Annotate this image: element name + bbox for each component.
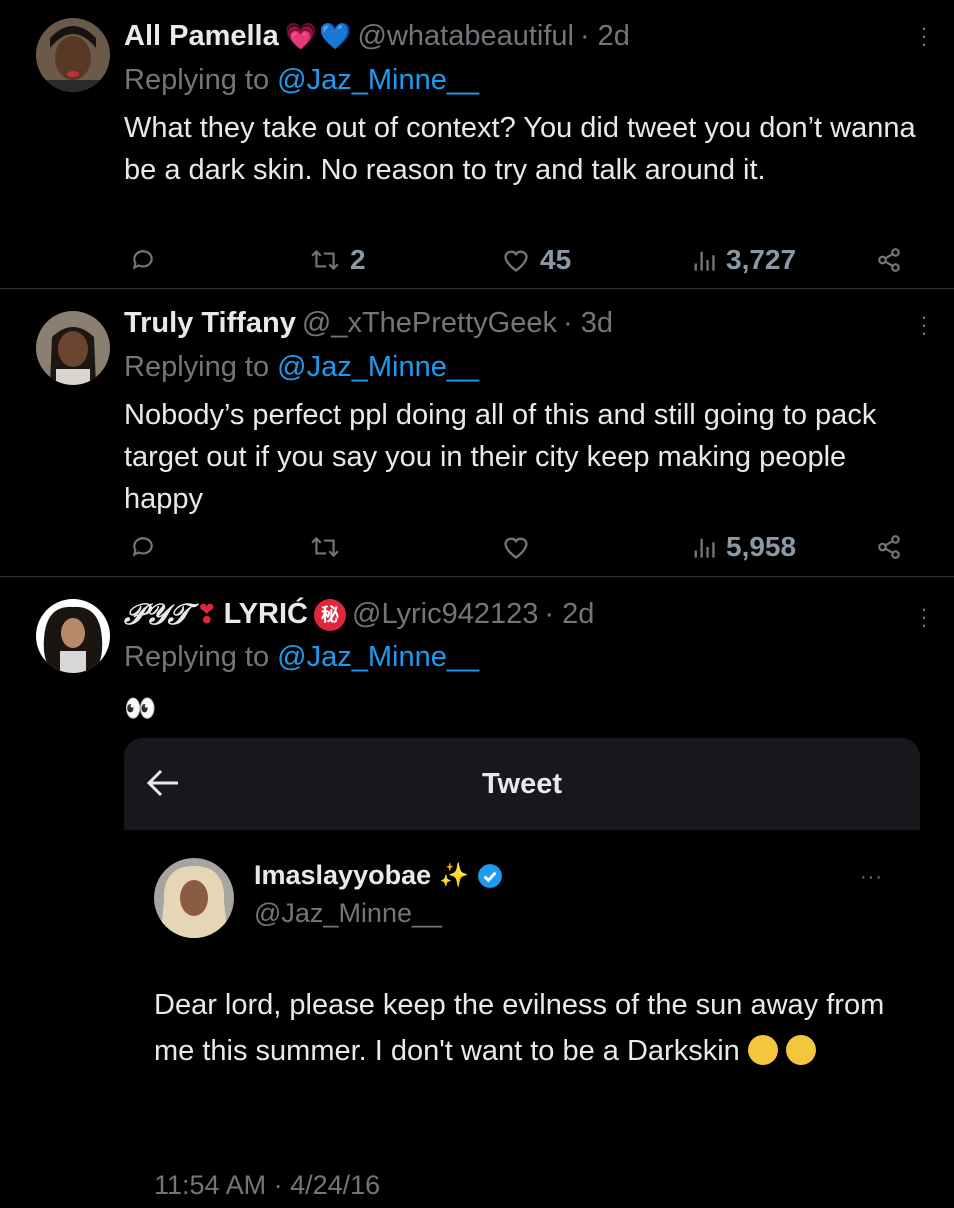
sparkles-icon: ✨: [439, 862, 469, 889]
reply-tweet[interactable]: Truly Tiffany @_xThePrettyGeek · 3d · · · …: [0, 289, 954, 575]
timestamp[interactable]: · 2d: [544, 598, 594, 631]
mention-link[interactable]: @Jaz_Minne__: [277, 641, 479, 673]
embedded-timestamp: 11:54 AM · 4/24/16: [154, 1170, 381, 1200]
tweet-text: 👀: [124, 693, 157, 723]
display-name-prefix[interactable]: 𝒫𝒴𝒯: [124, 597, 190, 632]
timestamp[interactable]: · 2d: [580, 20, 630, 53]
attached-screenshot[interactable]: Tweet Imaslayyobae ✨ @Jaz_Minne__ ··· De…: [124, 738, 920, 1208]
more-icon[interactable]: · · ·: [912, 17, 936, 55]
views-button[interactable]: 5,958: [692, 527, 796, 567]
views-button[interactable]: 3,727: [692, 240, 796, 280]
heart-icon: [504, 250, 528, 272]
pink-heart-icon: 💗: [284, 21, 318, 51]
embedded-display-name: Imaslayyobae: [254, 860, 432, 890]
tired-face-emoji-icon: [747, 1035, 778, 1065]
heart-exclamation-icon: ❣: [195, 599, 218, 629]
tweet-text: What they take out of context? You did t…: [124, 112, 916, 186]
share-icon: [878, 248, 900, 272]
retweet-icon: [311, 536, 339, 558]
display-name[interactable]: All Pamella: [124, 20, 279, 53]
like-button[interactable]: [502, 527, 540, 567]
replying-to: Replying to @Jaz_Minne__: [124, 351, 479, 384]
avatar[interactable]: [36, 311, 110, 385]
tweet-text: Nobody’s perfect ppl doing all of this a…: [124, 399, 877, 515]
blue-heart-icon: 💙: [319, 21, 352, 51]
retweet-icon: [311, 249, 339, 271]
embedded-header-title: Tweet: [481, 768, 563, 800]
replying-prefix: Replying to: [124, 64, 270, 96]
handle[interactable]: @_xThePrettyGeek: [302, 307, 557, 340]
timestamp[interactable]: · 3d: [563, 307, 613, 340]
laughing-tears-emoji-icon: [785, 1035, 816, 1065]
share-button[interactable]: [876, 527, 902, 567]
share-icon: [878, 535, 900, 559]
reply-tweet[interactable]: All Pamella 💗 💙 @whatabeautiful · 2d · · ·…: [0, 0, 954, 288]
view-count: 3,727: [726, 244, 797, 275]
more-icon[interactable]: · · ·: [912, 598, 936, 636]
action-bar: 2 45 3,727: [124, 240, 914, 280]
replying-prefix: Replying to: [124, 641, 270, 673]
view-count: 5,958: [726, 531, 797, 562]
views-icon: [694, 251, 715, 271]
retweet-button[interactable]: 2: [310, 240, 366, 280]
secret-badge-icon: 秘: [314, 598, 346, 631]
heart-icon: [504, 537, 528, 559]
display-name[interactable]: Truly Tiffany: [124, 307, 296, 340]
more-icon[interactable]: · · ·: [912, 306, 936, 344]
replying-to: Replying to @Jaz_Minne__: [124, 64, 479, 97]
views-icon: [694, 538, 715, 558]
embedded-tweet-text: Dear lord, please keep the evilness of t…: [154, 982, 894, 1074]
handle[interactable]: @whatabeautiful: [358, 20, 574, 53]
share-button[interactable]: [876, 240, 902, 280]
replying-prefix: Replying to: [124, 351, 270, 383]
retweet-button[interactable]: [310, 527, 350, 567]
avatar[interactable]: [36, 18, 110, 92]
display-name[interactable]: LYRIĆ: [224, 598, 308, 631]
verified-icon: [478, 863, 502, 888]
avatar[interactable]: [36, 599, 110, 673]
embedded-more-icon: ···: [860, 866, 883, 888]
action-bar: 5,958: [124, 527, 914, 567]
replying-to: Replying to @Jaz_Minne__: [124, 641, 479, 674]
like-button[interactable]: 45: [502, 240, 571, 280]
embedded-avatar: [154, 858, 234, 938]
reply-button[interactable]: [130, 240, 156, 280]
like-count: 45: [540, 244, 572, 275]
embedded-header: Tweet: [124, 738, 920, 830]
retweet-count: 2: [350, 244, 366, 275]
mention-link[interactable]: @Jaz_Minne__: [277, 64, 479, 96]
handle[interactable]: @Lyric942123: [352, 598, 538, 631]
reply-icon: [132, 537, 153, 557]
embedded-handle: @Jaz_Minne__: [254, 898, 443, 928]
mention-link[interactable]: @Jaz_Minne__: [277, 351, 479, 383]
reply-button[interactable]: [130, 527, 156, 567]
embedded-name: Imaslayyobae ✨: [254, 860, 503, 891]
reply-icon: [132, 250, 153, 270]
